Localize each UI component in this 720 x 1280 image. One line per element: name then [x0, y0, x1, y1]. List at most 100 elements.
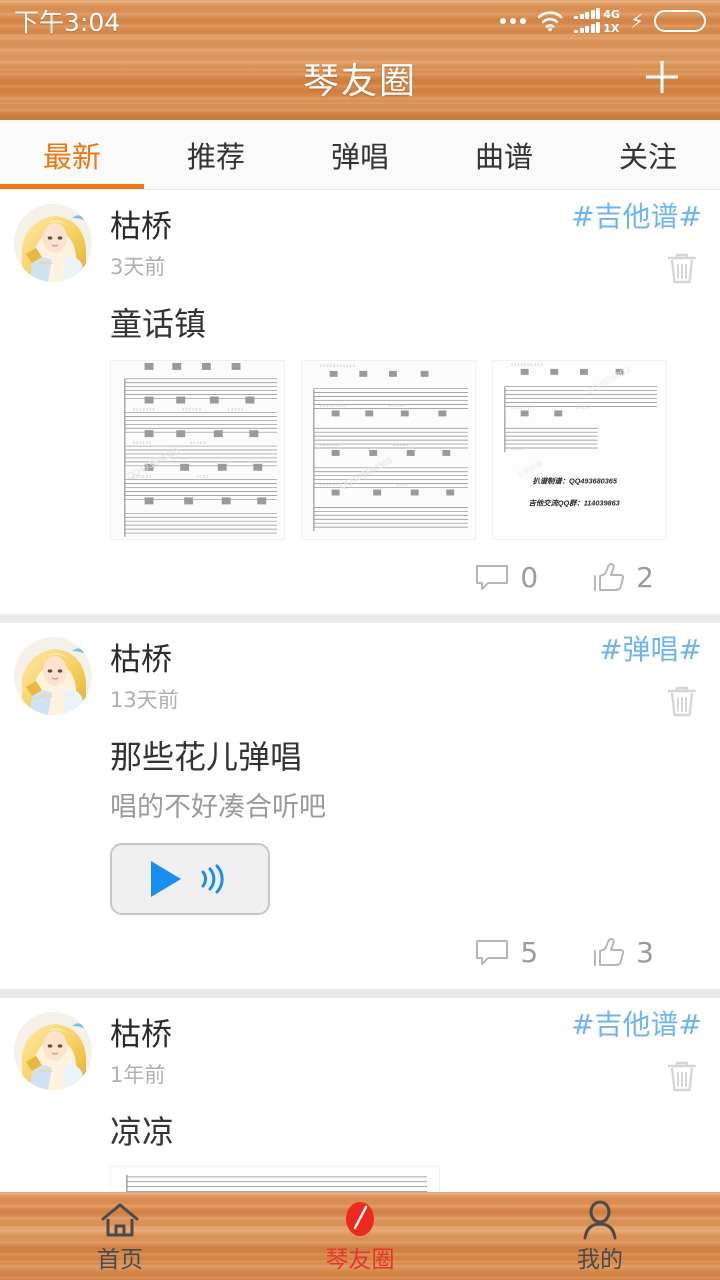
- post-item[interactable]: 枯桥 1年前 #吉他谱# 凉凉: [0, 998, 720, 1192]
- network-type-secondary: 1X: [603, 21, 620, 35]
- add-post-button[interactable]: [634, 52, 690, 108]
- trash-icon: [667, 1061, 697, 1092]
- post-tag[interactable]: #弹唱#: [599, 633, 702, 667]
- post-header: 枯桥 1年前 #吉他谱#: [0, 998, 720, 1092]
- svg-text:3 1 2 0 3 1 2 0 3 1 2: 3 1 2 0 3 1 2 0 3 1 2: [320, 363, 355, 368]
- sheet-note-1: 扒谱制谱：QQ493680365: [533, 477, 618, 486]
- tab-play-sing[interactable]: 弹唱: [288, 120, 432, 189]
- post-actions: 5 3: [0, 915, 720, 989]
- post-title: 凉凉: [110, 1113, 175, 1151]
- bottom-nav-label-circle: 琴友圈: [325, 1247, 395, 1273]
- post-author-block: 枯桥 1年前: [110, 1012, 172, 1090]
- svg-text:2 0 1 3 2 0 1 3 2 0: 2 0 1 3 2 0 1 3 2 0: [511, 362, 544, 367]
- post-subtitle: 唱的不好凑合听吧: [110, 792, 326, 823]
- svg-text:0 2 1 3 0: 0 2 1 3 0: [389, 402, 405, 407]
- avatar[interactable]: [14, 1012, 92, 1090]
- bottom-nav-item-mine[interactable]: 我的: [480, 1199, 720, 1273]
- avatar[interactable]: [14, 204, 92, 282]
- app-root: 琴友圈 下午3:04 4G 1X ⚡ 最新 推荐 弹唱 曲谱 关注 枯桥 3天前…: [0, 0, 720, 1280]
- comment-icon: [476, 940, 509, 965]
- sheet-thumbnail[interactable]: 3 2 1 0 3 2 1 2 0 3 1 2 0 1 3 2 0 1 0 2 3…: [110, 360, 285, 540]
- post-tag[interactable]: #吉他谱#: [571, 200, 702, 234]
- signal-bars-1x-icon: [574, 22, 601, 33]
- tab-recommend[interactable]: 推荐: [144, 120, 288, 189]
- sheet-note-2: 吉他交流QQ群：114039863: [529, 498, 620, 507]
- sheet-thumbnail[interactable]: 2 0 1 3 2 0 1 3 2 0 3 1 2 0 3 1 2 0 1 3 0…: [492, 360, 667, 540]
- post-time: 13天前: [110, 688, 179, 712]
- bottom-nav: 首页 琴友圈 我的: [0, 1192, 720, 1280]
- like-button[interactable]: 3: [592, 937, 654, 969]
- sheet-thumbnail-list: 3 2 1 0 3 2 1 2 0 3 1 2 0 1 3 2 0 1 0 2 3…: [0, 344, 720, 540]
- delete-post-button[interactable]: [571, 1056, 702, 1098]
- svg-text:3 2 1 0 3 2 1: 3 2 1 0 3 2 1: [133, 406, 155, 411]
- trash-icon: [667, 253, 697, 284]
- like-button[interactable]: 2: [592, 562, 654, 594]
- svg-text:0 2 3 1 0 2: 0 2 3 1 0 2: [133, 440, 152, 445]
- comment-count: 0: [520, 561, 539, 594]
- svg-text:2 0 3 1 2 0: 2 0 3 1 2 0: [182, 406, 201, 411]
- post-author-name[interactable]: 枯桥: [110, 1016, 172, 1054]
- post-author-name[interactable]: 枯桥: [110, 641, 179, 679]
- network-type-primary: 4G: [603, 7, 620, 21]
- more-dots-icon: [500, 18, 527, 24]
- svg-text:1 0 3 2: 1 0 3 2: [196, 474, 208, 479]
- sheet-thumbnail[interactable]: 7 7 2 1 7 3 6 5 5 − 0 5 3 3 2 3 2 3 5 7 …: [110, 1166, 440, 1192]
- page-title: 琴友圈: [302, 61, 417, 102]
- delete-post-button[interactable]: [571, 248, 702, 290]
- svg-text:2 0 1 3: 2 0 1 3: [576, 404, 589, 409]
- play-icon: [151, 861, 181, 897]
- tab-sheets-label: 曲谱: [474, 139, 533, 174]
- thumbs-up-icon: [594, 563, 625, 591]
- tab-sheets[interactable]: 曲谱: [432, 120, 576, 189]
- svg-text:3 1 0 2 3: 3 1 0 2 3: [190, 440, 206, 445]
- audio-play-button[interactable]: [110, 843, 270, 915]
- post-actions: 0 2: [0, 540, 720, 614]
- tab-following-label: 关注: [618, 139, 677, 174]
- svg-text:3 1 0 2: 3 1 0 2: [397, 482, 409, 487]
- post-corner: #吉他谱#: [571, 1008, 702, 1098]
- plus-icon: [646, 61, 678, 93]
- svg-text:0 2 3 1 0 2: 0 2 3 1 0 2: [320, 482, 339, 487]
- post-title: 童话镇: [110, 305, 207, 343]
- svg-text:1 3 0 2 1 3: 1 3 0 2 1 3: [320, 442, 339, 447]
- svg-text:1 3 2 0 1: 1 3 2 0 1: [228, 406, 243, 411]
- post-corner: #弹唱#: [599, 633, 702, 723]
- tab-following[interactable]: 关注: [576, 120, 720, 189]
- avatar[interactable]: [14, 637, 92, 715]
- sheet-wide-wrap: 7 7 2 1 7 3 6 5 5 − 0 5 3 3 2 3 2 3 5 7 …: [0, 1152, 720, 1192]
- delete-post-button[interactable]: [599, 681, 702, 723]
- comment-button[interactable]: 5: [474, 938, 538, 968]
- post-item[interactable]: 枯桥 13天前 #弹唱# 那些花儿弹唱 唱的不好凑合听吧 5 3: [0, 623, 720, 998]
- post-author-block: 枯桥 13天前: [110, 637, 179, 715]
- tab-play-sing-label: 弹唱: [330, 139, 389, 174]
- svg-text:3 1 2 0 3 1: 3 1 2 0 3 1: [511, 404, 530, 409]
- charging-bolt-icon: ⚡: [629, 9, 644, 33]
- bottom-nav-label-mine: 我的: [577, 1247, 623, 1273]
- post-author-block: 枯桥 3天前: [110, 204, 172, 282]
- post-header: 枯桥 3天前 #吉他谱#: [0, 190, 720, 284]
- post-item[interactable]: 枯桥 3天前 #吉他谱# 童话镇 3 2 1 0 3 2 1 2 0 3 1 2…: [0, 190, 720, 623]
- like-count: 3: [636, 936, 654, 969]
- comment-icon: [476, 565, 509, 590]
- svg-text:2 0 1 3 2: 2 0 1 3 2: [393, 442, 408, 447]
- comment-button[interactable]: 0: [474, 563, 538, 593]
- signal-bars-4g-icon: 4G 1X: [574, 7, 620, 35]
- home-icon: [99, 1199, 141, 1243]
- tab-latest-label: 最新: [42, 139, 101, 174]
- trash-icon: [667, 686, 697, 717]
- like-count: 2: [636, 561, 654, 594]
- post-tag[interactable]: #吉他谱#: [571, 1008, 702, 1042]
- bottom-nav-item-home[interactable]: 首页: [0, 1199, 240, 1273]
- tab-latest[interactable]: 最新: [0, 120, 144, 189]
- tab-recommend-label: 推荐: [186, 139, 245, 174]
- status-clock: 下午3:04: [14, 8, 121, 37]
- bottom-nav-item-circle[interactable]: 琴友圈: [240, 1199, 480, 1273]
- post-feed[interactable]: 枯桥 3天前 #吉他谱# 童话镇 3 2 1 0 3 2 1 2 0 3 1 2…: [0, 190, 720, 1192]
- svg-text:2 0 1 3 2 0 1 3: 2 0 1 3 2 0 1 3: [320, 402, 346, 407]
- battery-icon: [654, 10, 706, 32]
- post-header: 枯桥 13天前 #弹唱#: [0, 623, 720, 717]
- post-author-name[interactable]: 枯桥: [110, 208, 172, 246]
- tab-active-indicator: [0, 184, 144, 189]
- post-corner: #吉他谱#: [571, 200, 702, 290]
- sheet-thumbnail[interactable]: 3 1 2 0 3 1 2 0 3 1 2 2 0 1 3 2 0 1 3 0 2…: [301, 360, 476, 540]
